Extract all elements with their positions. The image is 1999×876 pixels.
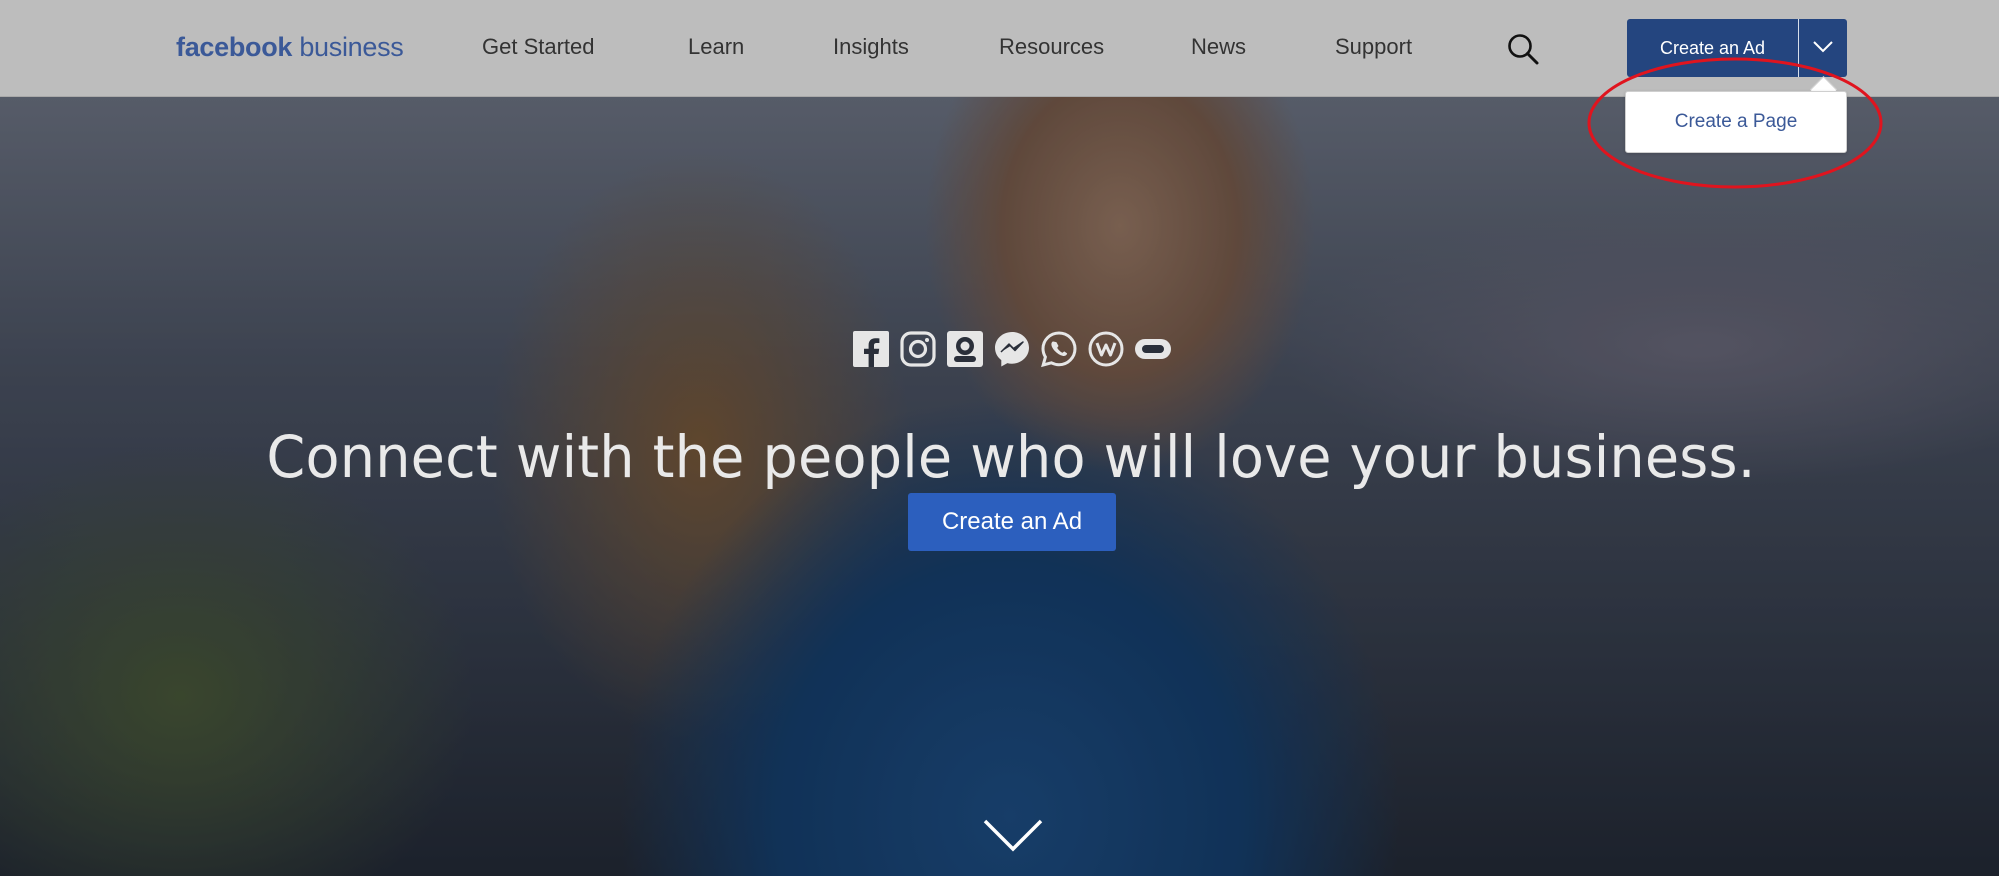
nav-insights[interactable]: Insights xyxy=(833,34,909,60)
create-ad-split-button: Create an Ad xyxy=(1627,19,1847,77)
nav-get-started[interactable]: Get Started xyxy=(482,34,595,60)
messenger-icon xyxy=(995,332,1029,367)
facebook-business-logo[interactable]: facebook business xyxy=(176,32,404,66)
instagram-icon xyxy=(900,331,936,367)
nav-resources[interactable]: Resources xyxy=(999,34,1104,60)
workplace-icon xyxy=(1088,331,1124,367)
chevron-down-icon[interactable] xyxy=(982,815,1044,855)
chevron-down-icon[interactable] xyxy=(1799,19,1847,77)
oculus-icon xyxy=(1135,339,1171,359)
logo-wordmark-bold: facebook xyxy=(176,32,293,62)
hero-create-ad-button[interactable]: Create an Ad xyxy=(908,493,1116,551)
audience-network-icon xyxy=(947,331,983,367)
nav-news[interactable]: News xyxy=(1191,34,1246,60)
nav-support[interactable]: Support xyxy=(1335,34,1412,60)
top-navigation-bar: facebook business Get Started Learn Insi… xyxy=(0,0,1999,97)
nav-learn[interactable]: Learn xyxy=(688,34,744,60)
logo-wordmark-light: business xyxy=(292,32,404,62)
facebook-icon xyxy=(853,331,889,367)
platform-icons-row xyxy=(852,330,1172,368)
search-icon[interactable] xyxy=(1506,32,1540,66)
whatsapp-icon xyxy=(1041,331,1077,368)
create-page-menu-item[interactable]: Create a Page xyxy=(1626,92,1846,152)
create-dropdown-menu: Create a Page xyxy=(1625,91,1847,153)
create-ad-button[interactable]: Create an Ad xyxy=(1627,19,1798,77)
hero-headline: Connect with the people who will love yo… xyxy=(266,422,1756,491)
